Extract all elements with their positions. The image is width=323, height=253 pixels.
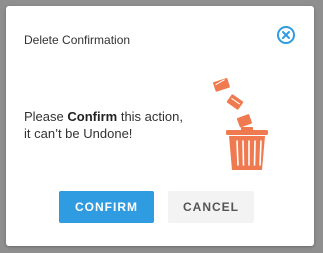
- dialog-title: Delete Confirmation: [24, 33, 131, 47]
- confirm-button[interactable]: CONFIRM: [59, 191, 154, 223]
- delete-confirmation-dialog: Delete Confirmation Please Confirm this …: [6, 6, 314, 246]
- cancel-button[interactable]: CANCEL: [168, 191, 254, 223]
- confirmation-message: Please Confirm this action, it can’t be …: [24, 108, 224, 142]
- message-prefix: Please: [24, 109, 68, 124]
- trash-can-with-falling-papers-icon: [206, 72, 276, 172]
- close-icon[interactable]: [276, 25, 296, 45]
- message-bold: Confirm: [67, 109, 118, 124]
- message-line2: it can’t be Undone!: [24, 126, 133, 141]
- message-line1-suffix: this action,: [117, 109, 183, 124]
